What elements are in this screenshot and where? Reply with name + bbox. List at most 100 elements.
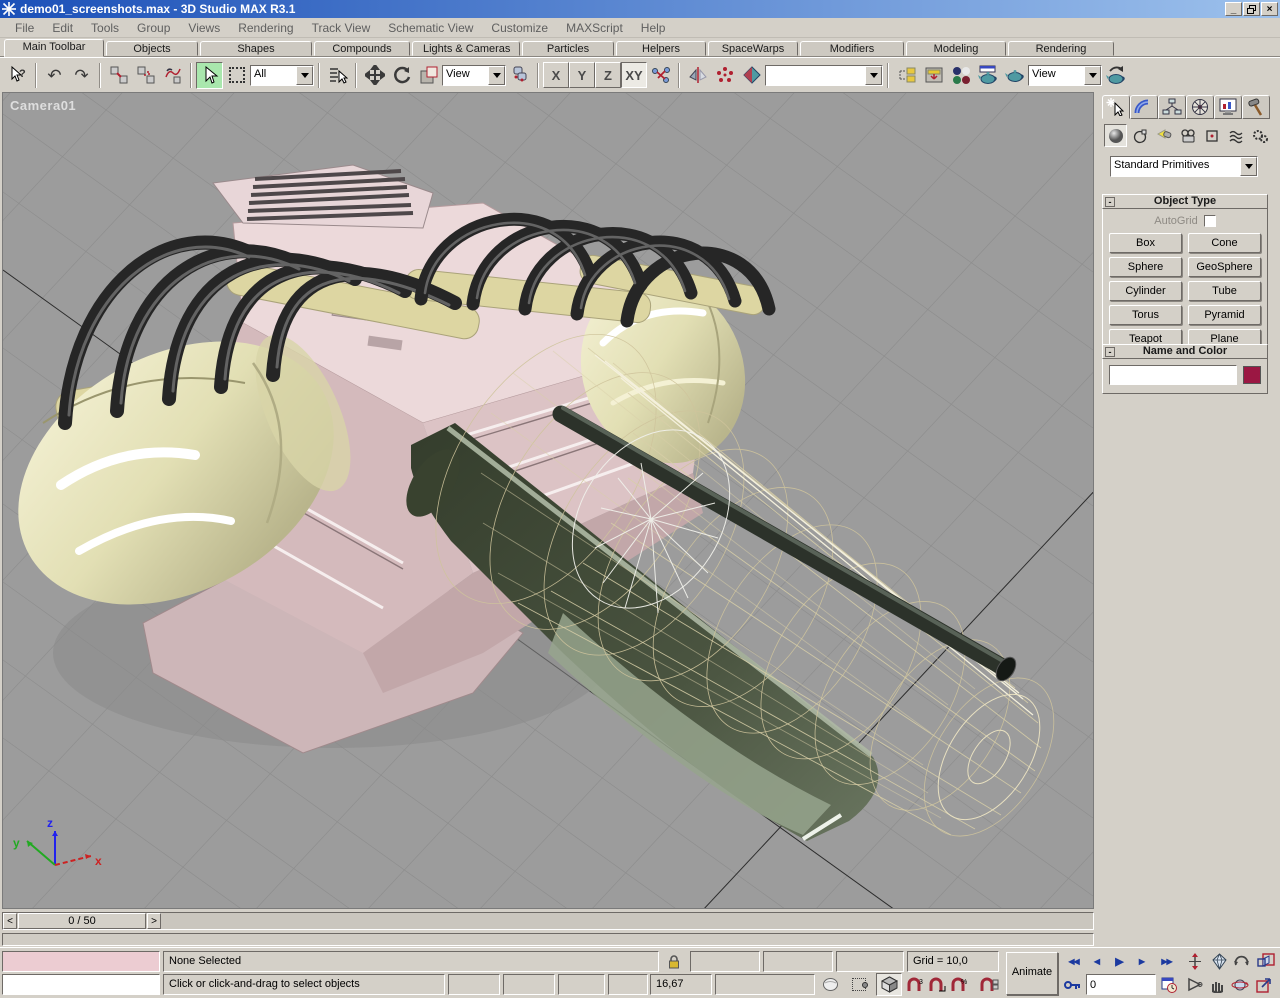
cone-button[interactable]: Cone [1188,233,1261,253]
tab-particles[interactable]: Particles [522,41,614,56]
tab-modeling[interactable]: Modeling [906,41,1006,56]
snap-3d-button[interactable]: 3 [905,974,925,995]
category-cameras[interactable] [1176,124,1199,147]
tab-motion[interactable] [1186,95,1214,119]
select-by-name-button[interactable] [324,62,351,89]
select-and-rotate-button[interactable] [388,62,415,89]
coord-x-field[interactable] [690,951,760,972]
mirror-button[interactable] [684,62,711,89]
select-and-link-button[interactable] [105,62,132,89]
render-type-combo[interactable]: View [1028,65,1102,86]
bind-to-space-warp-button[interactable] [159,62,186,89]
object-color-swatch[interactable] [1243,366,1261,384]
tab-main-toolbar[interactable]: Main Toolbar [4,39,104,57]
menu-tools[interactable]: Tools [82,19,128,37]
redo-button[interactable]: ↷ [68,62,95,89]
tab-modify[interactable] [1130,95,1158,119]
animate-button[interactable]: Animate [1006,952,1058,995]
menu-help[interactable]: Help [632,19,675,37]
percent-snap-button[interactable]: % [949,974,969,995]
menu-file[interactable]: File [6,19,43,37]
snap-toggle-button[interactable] [876,973,902,996]
rectangular-selection-region-button[interactable] [223,62,250,89]
category-systems[interactable] [1248,124,1271,147]
menu-views[interactable]: Views [179,19,229,37]
torus-button[interactable]: Torus [1109,305,1182,325]
reference-coordinate-system-combo[interactable]: View [442,65,506,86]
tab-display[interactable] [1214,95,1242,119]
restrict-z-button[interactable]: Z [595,62,621,88]
tab-spacewarps[interactable]: SpaceWarps [708,41,798,56]
tab-objects[interactable]: Objects [106,41,198,56]
tab-modifiers[interactable]: Modifiers [800,41,904,56]
play-button[interactable]: ▶ [1108,951,1130,972]
close-button[interactable]: × [1261,2,1278,16]
truck-camera-button[interactable] [1207,974,1228,995]
coord-z-field[interactable] [836,951,904,972]
viewport-camera01[interactable]: z y x [2,92,1094,909]
restrict-y-button[interactable]: Y [569,62,595,88]
menu-customize[interactable]: Customize [482,19,557,37]
restore-button[interactable] [1243,2,1260,16]
tab-helpers[interactable]: Helpers [616,41,706,56]
coord-y-field[interactable] [763,951,833,972]
angle-snap-button[interactable] [927,974,947,995]
key-mode-toggle-button[interactable] [1062,974,1083,995]
restrict-x-button[interactable]: X [543,62,569,88]
perspective-button[interactable] [1208,951,1230,972]
tab-create[interactable] [1102,95,1130,119]
category-shapes[interactable] [1128,124,1151,147]
go-to-end-button[interactable]: ▶▶ [1155,951,1178,972]
selection-filter-combo[interactable]: All [250,65,314,86]
array-button[interactable] [711,62,738,89]
viewport-label[interactable]: Camera01 [10,98,76,113]
select-and-scale-button[interactable] [415,62,442,89]
pyramid-button[interactable]: Pyramid [1188,305,1261,325]
menu-rendering[interactable]: Rendering [229,19,302,37]
object-type-header[interactable]: - Object Type [1102,194,1268,209]
previous-frame-arrow[interactable]: < [3,913,17,929]
name-color-header[interactable]: - Name and Color [1102,344,1268,359]
open-track-view-button[interactable] [893,62,920,89]
dolly-camera-button[interactable] [1184,951,1206,972]
box-button[interactable]: Box [1109,233,1182,253]
object-name-input[interactable] [1110,367,1236,385]
track-bar[interactable] [2,933,1094,946]
tab-utilities[interactable] [1242,95,1270,119]
geosphere-button[interactable]: GeoSphere [1188,257,1261,277]
use-pivot-point-center-button[interactable] [506,62,533,89]
sphere-button[interactable]: Sphere [1109,257,1182,277]
menu-track-view[interactable]: Track View [303,19,380,37]
combo-arrow-button[interactable] [1240,157,1257,176]
tab-shapes[interactable]: Shapes [200,41,312,56]
spinner-snap-button[interactable] [978,974,1000,995]
menu-schematic-view[interactable]: Schematic View [379,19,482,37]
combo-arrow-button[interactable] [1084,66,1101,85]
minimize-button[interactable]: _ [1225,2,1242,16]
render-scene-button[interactable] [974,62,1001,89]
category-lights[interactable] [1152,124,1175,147]
title-bar[interactable]: demo01_screenshots.max - 3D Studio MAX R… [0,0,1280,18]
align-button[interactable] [738,62,765,89]
combo-arrow-button[interactable] [296,66,313,85]
subcategory-combo[interactable]: Standard Primitives [1110,156,1258,177]
collapse-icon[interactable]: - [1105,347,1115,357]
min-max-toggle-button[interactable] [1253,974,1276,995]
go-to-start-button[interactable]: ◀◀ [1062,951,1085,972]
menu-maxscript[interactable]: MAXScript [557,19,632,37]
menu-group[interactable]: Group [128,19,179,37]
region-select-mode-button[interactable] [846,974,872,995]
time-configuration-button[interactable] [1158,974,1181,995]
current-frame-input[interactable] [1087,976,1155,995]
help-mode-button[interactable]: ? [4,62,31,89]
orbit-camera-button[interactable] [1229,974,1251,995]
selection-lock-button[interactable] [662,951,686,972]
undo-button[interactable]: ↶ [41,62,68,89]
tab-hierarchy[interactable] [1158,95,1186,119]
select-and-move-button[interactable] [361,62,388,89]
field-of-view-button[interactable] [1184,974,1205,995]
cylinder-button[interactable]: Cylinder [1109,281,1182,301]
maxscript-mini-listener-white[interactable] [2,974,160,995]
degradation-override-button[interactable] [818,974,842,995]
select-object-button[interactable] [196,62,223,89]
